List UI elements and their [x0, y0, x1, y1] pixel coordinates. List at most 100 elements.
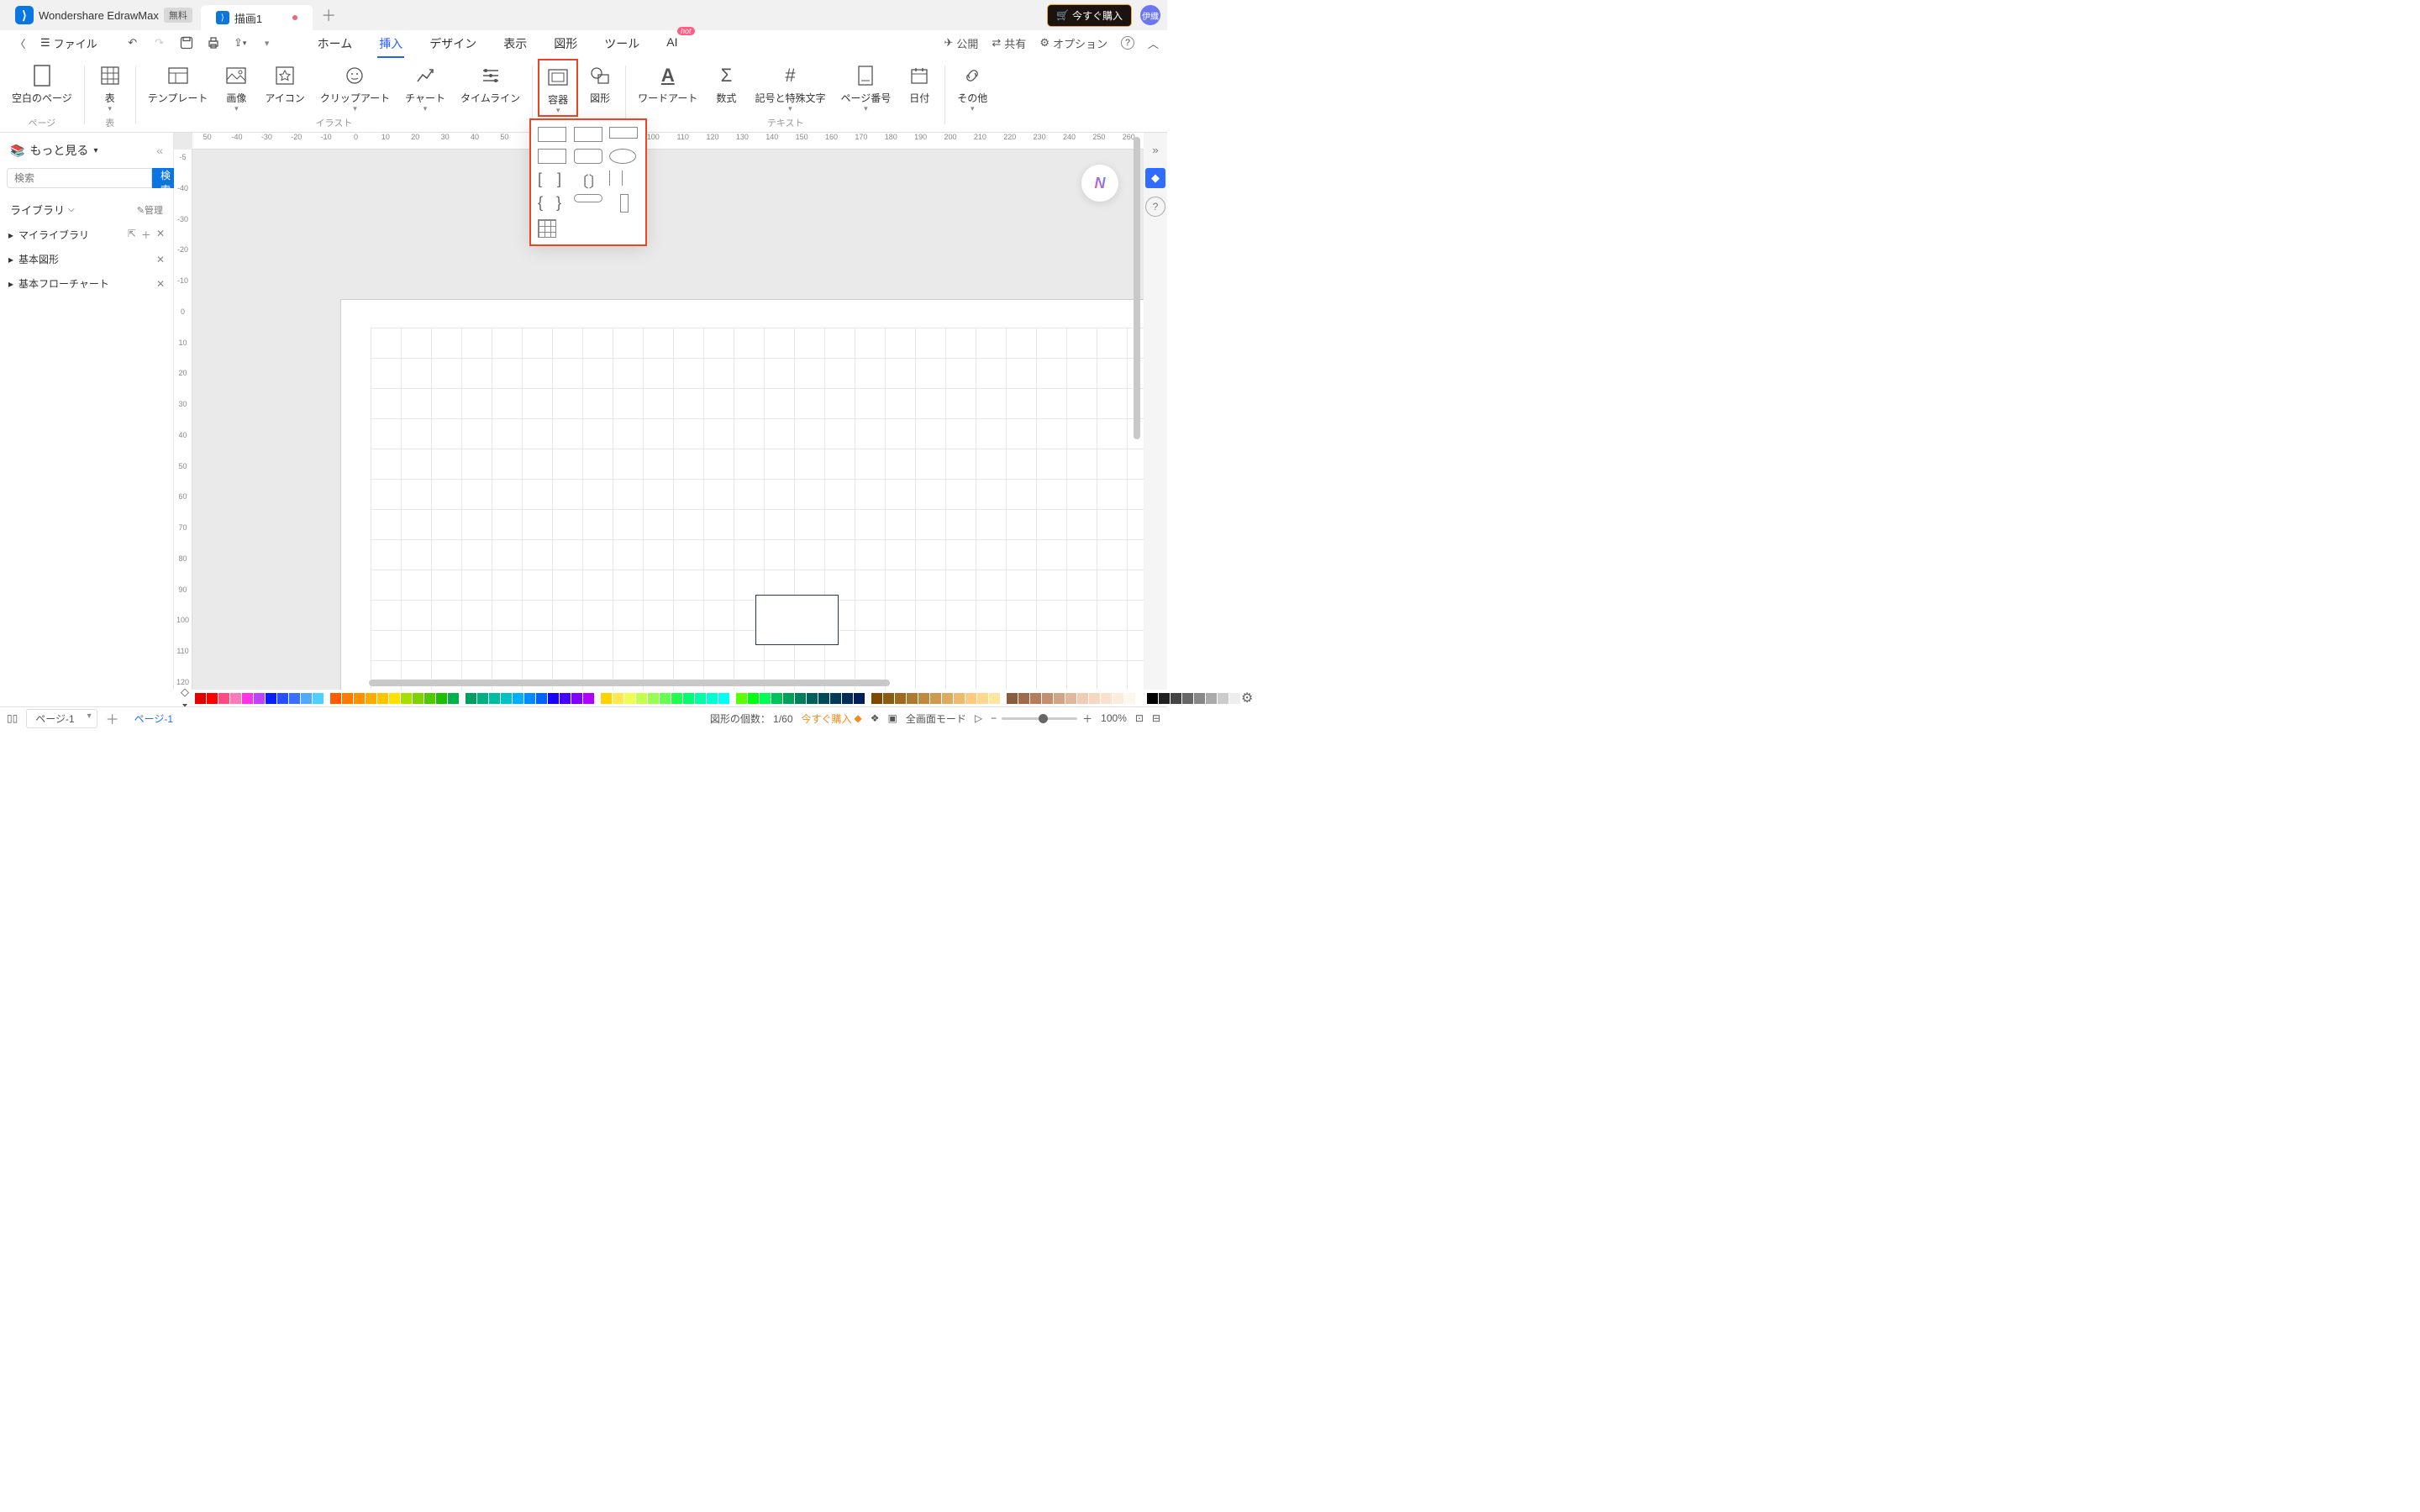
color-swatch[interactable] [918, 693, 929, 704]
color-swatch[interactable] [883, 693, 894, 704]
fit-page-button[interactable]: ▣ [888, 712, 897, 724]
expand-panel-button[interactable]: » [1145, 139, 1165, 160]
color-swatch[interactable] [501, 693, 512, 704]
color-swatch[interactable] [683, 693, 694, 704]
color-swatch[interactable] [1077, 693, 1088, 704]
ribbon-table[interactable]: 表 ▾ [90, 59, 130, 113]
fit-width-button[interactable]: ⊡ [1135, 712, 1144, 724]
color-swatch[interactable] [854, 693, 865, 704]
color-swatch[interactable] [718, 693, 729, 704]
zoom-track[interactable] [1002, 717, 1077, 720]
manage-button[interactable]: ✎管理 [137, 203, 163, 217]
container-opt-8[interactable]: 〔〕 [574, 171, 597, 187]
color-swatch[interactable] [760, 693, 771, 704]
color-swatch[interactable] [230, 693, 241, 704]
user-avatar[interactable]: 伊織 [1140, 5, 1160, 25]
more-toolbar-button[interactable]: ▾ [255, 32, 279, 54]
ribbon-date[interactable]: 日付 [899, 59, 939, 113]
color-swatch[interactable] [771, 693, 782, 704]
color-settings-button[interactable]: ⚙ [1241, 690, 1253, 706]
page-tab-1[interactable]: ページ-1 [128, 711, 180, 726]
color-swatch[interactable] [489, 693, 500, 704]
color-swatch[interactable] [242, 693, 253, 704]
color-swatch[interactable] [1229, 693, 1240, 704]
container-opt-11[interactable] [574, 194, 602, 202]
color-swatch[interactable] [1007, 693, 1018, 704]
help-button[interactable]: ? [1121, 36, 1134, 50]
container-opt-7[interactable]: [] [538, 171, 561, 187]
container-opt-10[interactable]: {} [538, 194, 561, 211]
color-swatch[interactable] [1089, 693, 1100, 704]
color-swatch[interactable] [277, 693, 288, 704]
color-swatch[interactable] [1194, 693, 1205, 704]
color-swatch[interactable] [1018, 693, 1029, 704]
help-panel-button[interactable]: ? [1145, 197, 1165, 217]
color-swatch[interactable] [583, 693, 594, 704]
close-icon[interactable]: ✕ [156, 278, 165, 290]
color-swatch[interactable] [977, 693, 988, 704]
color-swatch[interactable] [266, 693, 276, 704]
presentation-button[interactable]: ▷ [975, 712, 982, 724]
ribbon-blank-page[interactable]: 空白のページ [5, 59, 79, 107]
color-swatch[interactable] [1218, 693, 1228, 704]
color-swatch[interactable] [1206, 693, 1217, 704]
color-swatch[interactable] [1065, 693, 1076, 704]
tab-insert[interactable]: 挿入 [377, 32, 404, 54]
print-button[interactable] [202, 32, 225, 54]
color-swatch[interactable] [930, 693, 941, 704]
container-opt-9[interactable] [609, 171, 633, 187]
color-swatch[interactable] [942, 693, 953, 704]
add-page-button[interactable]: ＋ [106, 708, 119, 728]
color-swatch[interactable] [648, 693, 659, 704]
color-swatch[interactable] [895, 693, 906, 704]
pages-icon[interactable]: ▯▯ [7, 712, 18, 724]
fill-panel-button[interactable]: ◆ [1145, 168, 1165, 188]
color-swatch[interactable] [436, 693, 447, 704]
color-swatch[interactable] [1113, 693, 1123, 704]
tree-basic-shapes[interactable]: ▸ 基本図形 ✕ [0, 247, 173, 271]
undo-button[interactable]: ↶ [121, 32, 145, 54]
color-swatch[interactable] [195, 693, 206, 704]
tree-my-library[interactable]: ▸ マイライブラリ ⇱＋✕ [0, 223, 173, 247]
tab-tools[interactable]: ツール [602, 32, 641, 54]
color-swatch[interactable] [842, 693, 853, 704]
color-swatch[interactable] [795, 693, 806, 704]
tab-home[interactable]: ホーム [316, 32, 355, 54]
color-swatch[interactable] [1042, 693, 1053, 704]
color-swatch[interactable] [624, 693, 635, 704]
collapse-ribbon-button[interactable]: ︿ [1148, 35, 1159, 51]
color-swatch[interactable] [695, 693, 706, 704]
color-swatch[interactable] [1124, 693, 1135, 704]
horizontal-scrollbar[interactable] [369, 680, 890, 686]
ribbon-container[interactable]: 容器 ▾ [538, 59, 578, 117]
new-tab-button[interactable]: ＋ [321, 4, 336, 26]
container-opt-12[interactable] [620, 194, 629, 213]
ribbon-wordart[interactable]: Aワードアート [631, 59, 704, 113]
buy-now-inline[interactable]: 今すぐ購入 ◆ [802, 711, 862, 726]
color-swatch[interactable] [466, 693, 476, 704]
file-menu[interactable]: ☰ ファイル [35, 35, 103, 51]
zoom-thumb[interactable] [1039, 714, 1048, 723]
color-swatch[interactable] [218, 693, 229, 704]
collapse-panel-button[interactable]: « [156, 144, 163, 157]
tab-ai[interactable]: AI hot [665, 32, 679, 54]
color-swatch[interactable] [477, 693, 488, 704]
export-button[interactable]: ⇪▾ [229, 32, 252, 54]
color-swatch[interactable] [1182, 693, 1193, 704]
color-swatch[interactable] [313, 693, 324, 704]
color-swatch[interactable] [560, 693, 571, 704]
color-swatch[interactable] [401, 693, 412, 704]
color-swatch[interactable] [636, 693, 647, 704]
color-swatch[interactable] [907, 693, 918, 704]
color-swatch[interactable] [513, 693, 523, 704]
color-swatch[interactable] [571, 693, 582, 704]
link-icon[interactable]: ⇱ [128, 228, 136, 242]
ribbon-clipart[interactable]: クリップアート▾ [313, 59, 397, 113]
ai-assistant-button[interactable]: N [1081, 165, 1118, 202]
color-swatch[interactable] [1171, 693, 1181, 704]
ribbon-symbol[interactable]: #記号と特殊文字▾ [748, 59, 832, 113]
container-opt-2[interactable] [574, 127, 602, 142]
ribbon-shapes[interactable]: 図形 [580, 59, 620, 117]
color-swatch[interactable] [613, 693, 623, 704]
color-swatch[interactable] [748, 693, 759, 704]
